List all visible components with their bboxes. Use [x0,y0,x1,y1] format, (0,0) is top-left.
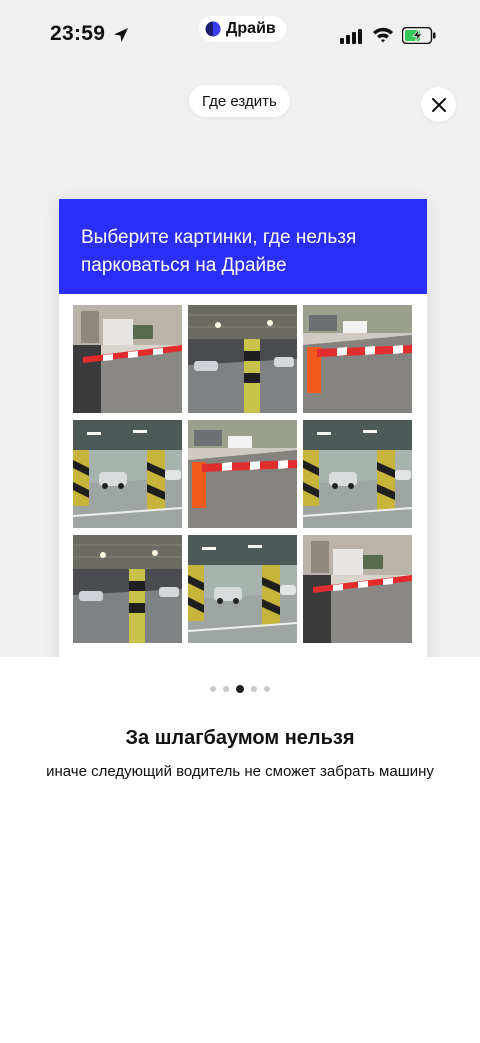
onboarding-headline: За шлагбаумом нельзя [125,727,355,749]
page-dot [223,686,229,692]
close-icon [431,97,446,112]
captcha-card-header: Выберите картинки, где нельзя парковатьс… [59,199,427,294]
parking-photo-image [188,535,297,643]
status-time: 23:59 [50,22,106,45]
onboarding-illustration-area: 23:59 Драйв Где ездить Выберите картинки… [0,0,480,657]
where-to-drive-button[interactable]: Где ездить [189,85,290,117]
captcha-image-tile[interactable] [73,535,182,643]
parking-photo-image [73,420,182,528]
page-dot [264,686,270,692]
parking-photo-image [73,535,182,643]
captcha-image-tile[interactable] [303,305,412,413]
captcha-card-title: Выберите картинки, где нельзя парковатьс… [81,227,357,276]
captcha-image-tile[interactable] [303,420,412,528]
parking-photo-image [188,305,297,413]
status-bar: 23:59 Драйв [0,0,480,70]
parking-photo-image [188,420,297,528]
location-arrow-icon [114,28,128,42]
parking-photo-image [73,305,182,413]
parking-photo-image [303,535,412,643]
page-dot [236,685,244,693]
wifi-icon [373,27,393,43]
cellular-signal-icon [340,29,362,44]
captcha-image-tile[interactable] [73,420,182,528]
captcha-image-tile[interactable] [303,535,412,643]
page-dot [251,686,257,692]
captcha-image-tile[interactable] [188,535,297,643]
battery-charging-icon [402,27,436,44]
app-logo-icon [205,21,221,37]
captcha-card: Выберите картинки, где нельзя парковатьс… [59,199,427,657]
captcha-image-tile[interactable] [188,305,297,413]
page-dot [210,686,216,692]
page-indicator [0,685,480,693]
onboarding-subtitle: иначе следующий водитель не сможет забра… [46,763,434,780]
captcha-image-tile[interactable] [188,420,297,528]
app-indicator-pill[interactable]: Драйв [199,16,286,42]
close-button[interactable] [421,87,456,122]
parking-photo-image [303,420,412,528]
parking-photo-image [303,305,412,413]
captcha-image-tile[interactable] [73,305,182,413]
onboarding-text-area: За шлагбаумом нельзя иначе следующий вод… [0,657,480,1043]
app-name: Драйв [226,20,276,37]
